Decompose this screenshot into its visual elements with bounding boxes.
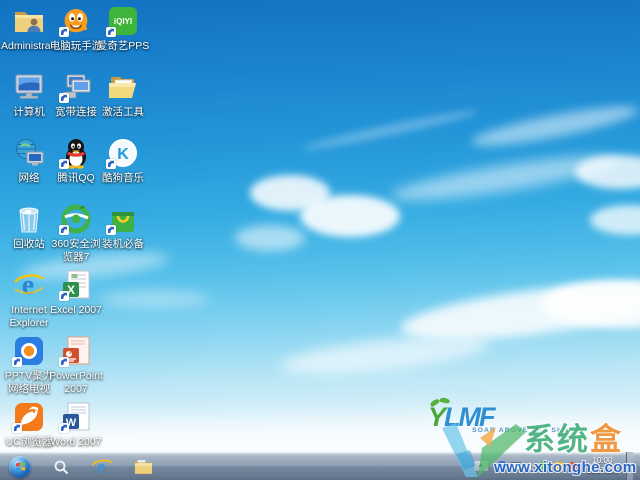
xitonghe-url-text: www.xitonghe.com (494, 459, 637, 476)
taskbar-internet-explorer-button[interactable]: e (89, 454, 115, 480)
shortcut-arrow-icon (12, 423, 22, 433)
desktop-icon-label: 爱奇艺PPS (96, 40, 150, 52)
start-button[interactable] (7, 454, 33, 480)
360-browser-icon (59, 202, 92, 236)
shortcut-arrow-icon (106, 225, 116, 235)
search-button[interactable] (48, 454, 74, 480)
computer-icon (13, 70, 45, 104)
shortcut-arrow-icon (59, 159, 69, 169)
recycle-bin-icon (13, 202, 45, 236)
uc-browser-icon (12, 400, 45, 434)
word-icon: W (59, 400, 92, 434)
svg-text:iQIYI: iQIYI (114, 17, 132, 26)
user-folder-icon (13, 4, 45, 38)
taskbar-explorer-button[interactable] (130, 454, 156, 480)
cloud (100, 290, 210, 308)
desktop-icon-excel[interactable]: X Excel 2007 (50, 268, 102, 317)
monster-game-icon (59, 4, 92, 38)
desktop-icon-iqiyi-pps[interactable]: iQIYI 爱奇艺PPS (97, 4, 149, 53)
shortcut-arrow-icon (12, 357, 22, 367)
shortcut-arrow-icon (59, 357, 69, 367)
desktop-icon-pc-games[interactable]: 电脑玩手游 (50, 4, 102, 53)
kugou-music-icon: K (106, 136, 139, 170)
cloud (250, 175, 330, 211)
svg-text:K: K (117, 146, 129, 163)
shortcut-arrow-icon (59, 93, 69, 103)
internet-explorer-icon: e (13, 268, 45, 302)
desktop-icon-label: Word 2007 (50, 436, 102, 448)
desktop-icon-internet-explorer[interactable]: e Internet Explorer (6, 268, 52, 329)
desktop-icon-word[interactable]: W Word 2007 (50, 400, 102, 449)
desktop-icon-kugou[interactable]: K 酷狗音乐 (100, 136, 146, 185)
shortcut-arrow-icon (59, 291, 69, 301)
cloud (235, 225, 305, 251)
desktop-icon-pptv[interactable]: PPTV聚力 网络电视 (5, 334, 53, 395)
desktop-icon-label: Excel 2007 (50, 304, 102, 316)
desktop-icon-label: 激活工具 (102, 106, 144, 118)
desktop-icon-powerpoint[interactable]: PowerPoint 2007 (49, 334, 103, 395)
desktop-icon-broadband[interactable]: 宽带连接 (53, 70, 99, 119)
shortcut-arrow-icon (106, 159, 116, 169)
cloud (279, 329, 491, 381)
desktop-icon-administrator[interactable]: Administra... (1, 4, 59, 53)
software-bag-icon (106, 202, 139, 236)
desktop-icon-recycle-bin[interactable]: 回收站 (6, 202, 52, 251)
desktop-icon-uc-browser[interactable]: UC浏览器 (6, 400, 52, 449)
desktop-icon-computer[interactable]: 计算机 (6, 70, 52, 119)
internet-explorer-icon: e (91, 457, 113, 478)
cloud (540, 280, 640, 328)
shortcut-arrow-icon (59, 423, 69, 433)
shortcut-arrow-icon (106, 27, 116, 37)
desktop-icon-360-browser[interactable]: 360安全浏览器7 (51, 202, 101, 263)
excel-icon: X (59, 268, 92, 302)
iqiyi-pps-icon: iQIYI (106, 4, 139, 38)
search-icon (54, 460, 68, 474)
pptv-icon (12, 334, 45, 368)
open-folder-icon (107, 70, 139, 104)
desktop-icon-qq[interactable]: 腾讯QQ (53, 136, 99, 185)
desktop-icon-label: 酷狗音乐 (102, 172, 144, 184)
shortcut-arrow-icon (59, 27, 69, 37)
cloud (389, 147, 621, 209)
cloud (300, 106, 480, 154)
desktop-icon-label: 装机必备 (102, 238, 144, 250)
qq-penguin-icon (59, 136, 92, 170)
powerpoint-icon (59, 334, 92, 368)
folder-icon (134, 459, 152, 474)
desktop-icon-network[interactable]: 网络 (6, 136, 52, 185)
desktop-icon-activation-tool[interactable]: 激活工具 (100, 70, 146, 119)
desktop-icon-essential-software[interactable]: 装机必备 (100, 202, 146, 251)
windows-orb-icon (9, 455, 31, 478)
desktop-icon-label: PowerPoint 2007 (49, 370, 103, 395)
xitonghe-brand-text: 系统盒 (524, 422, 623, 457)
cloud (590, 205, 640, 235)
cloud (398, 273, 640, 351)
network-globe-icon (13, 136, 45, 170)
shortcut-arrow-icon (59, 225, 69, 235)
broadband-connection-icon (59, 70, 92, 104)
cloud (300, 195, 400, 237)
cloud (469, 98, 640, 154)
cloud (575, 155, 640, 189)
